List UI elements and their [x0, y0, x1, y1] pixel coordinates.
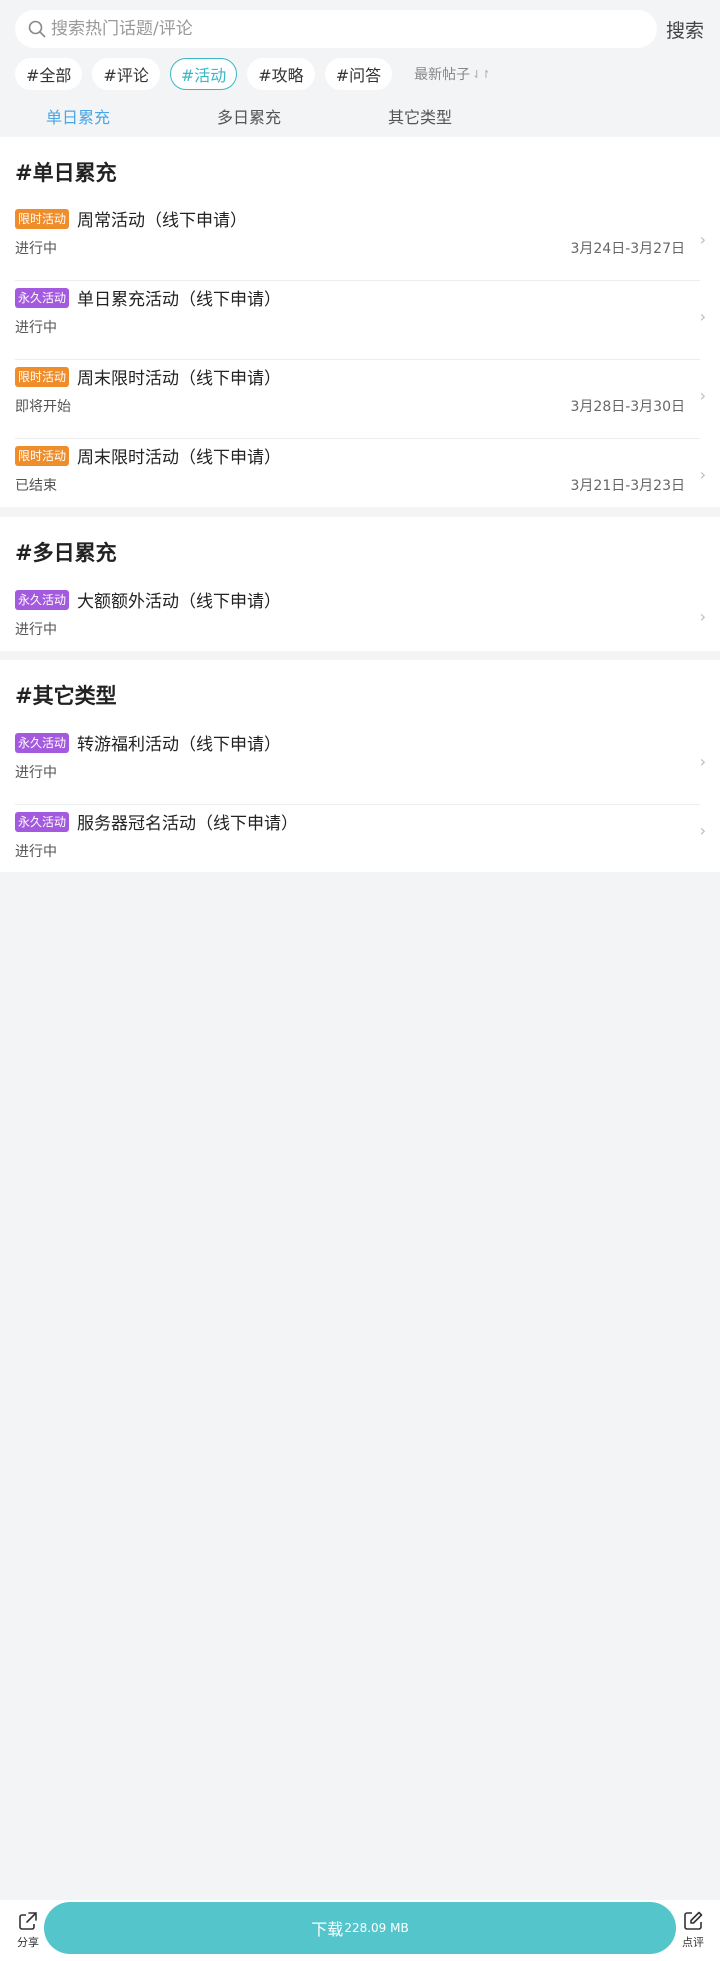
chip-qa[interactable]: #问答	[324, 58, 393, 90]
section-title: #多日累充	[15, 541, 117, 565]
tab-single-day[interactable]: 单日累充	[46, 104, 110, 128]
item-title: 单日累充活动（线下申请）	[77, 290, 281, 310]
share-label: 分享	[17, 1936, 39, 1949]
section-single-day: #单日累充 限时活动 周常活动（线下申请） 进行中 3月24日-3月27日 › …	[0, 137, 720, 507]
list-item[interactable]: 永久活动 转游福利活动（线下申请） 进行中 ›	[0, 726, 720, 805]
tag-badge: 永久活动	[15, 590, 70, 610]
download-size: 228.09 MB	[344, 1921, 409, 1935]
list-item[interactable]: 限时活动 周末限时活动（线下申请） 即将开始 3月28日-3月30日 ›	[0, 360, 720, 439]
chip-guides[interactable]: #攻略	[247, 58, 315, 90]
chevron-right-icon: ›	[699, 752, 706, 771]
item-status: 进行中	[15, 320, 57, 336]
item-status: 进行中	[15, 622, 57, 638]
search-box[interactable]	[15, 10, 657, 48]
list-item[interactable]: 永久活动 服务器冠名活动（线下申请） 进行中 ›	[0, 805, 720, 884]
chevron-right-icon: ›	[699, 386, 706, 405]
tab-other[interactable]: 其它类型	[388, 104, 452, 128]
edit-icon	[684, 1911, 703, 1930]
sort-label: 最新帖子	[414, 67, 471, 83]
item-date: 3月28日-3月30日	[570, 399, 686, 415]
chevron-right-icon: ›	[699, 821, 706, 840]
section-other: #其它类型 永久活动 转游福利活动（线下申请） 进行中 › 永久活动 服务器冠名…	[0, 660, 720, 872]
tag-badge: 限时活动	[15, 209, 70, 229]
top-bar: 搜索 #全部 #评论 #活动 #攻略 #问答 最新帖子 ⇃↾ 单日累充 多日累充…	[0, 0, 720, 136]
list-item[interactable]: 限时活动 周末限时活动（线下申请） 已结束 3月21日-3月23日 ›	[0, 439, 720, 518]
item-title: 大额额外活动（线下申请）	[77, 592, 281, 612]
item-title: 周末限时活动（线下申请）	[77, 369, 281, 389]
item-status: 即将开始	[15, 399, 71, 415]
item-date: 3月21日-3月23日	[570, 478, 686, 494]
section-title: #单日累充	[15, 161, 117, 185]
bottom-bar: 分享 下载 228.09 MB 点评	[0, 1900, 720, 1961]
search-button[interactable]: 搜索	[666, 16, 704, 43]
item-title: 服务器冠名活动（线下申请）	[77, 814, 298, 834]
tab-multi-day[interactable]: 多日累充	[217, 104, 281, 128]
item-status: 已结束	[15, 478, 57, 494]
chevron-right-icon: ›	[699, 230, 706, 249]
download-label: 下载	[311, 1920, 344, 1939]
list-item[interactable]: 永久活动 单日累充活动（线下申请） 进行中 ›	[0, 281, 720, 360]
chevron-right-icon: ›	[699, 465, 706, 484]
item-title: 周末限时活动（线下申请）	[77, 448, 281, 468]
category-tabs: 单日累充 多日累充 其它类型	[0, 100, 720, 136]
item-status: 进行中	[15, 765, 57, 781]
sort-dropdown[interactable]: 最新帖子 ⇃↾	[414, 64, 490, 84]
item-status: 进行中	[15, 241, 57, 257]
share-button[interactable]: 分享	[8, 1910, 48, 1950]
chevron-right-icon: ›	[699, 307, 706, 326]
search-icon	[28, 20, 46, 38]
item-date: 3月24日-3月27日	[570, 241, 686, 257]
tag-badge: 永久活动	[15, 733, 70, 753]
item-title: 转游福利活动（线下申请）	[77, 735, 281, 755]
download-button[interactable]: 下载 228.09 MB	[44, 1902, 676, 1954]
tag-badge: 永久活动	[15, 288, 70, 308]
tag-badge: 限时活动	[15, 446, 70, 466]
section-title: #其它类型	[15, 684, 117, 708]
review-button[interactable]: 点评	[673, 1910, 713, 1950]
review-label: 点评	[682, 1936, 704, 1949]
search-input[interactable]	[51, 19, 611, 39]
item-status: 进行中	[15, 844, 57, 860]
tag-badge: 永久活动	[15, 812, 70, 832]
chevron-right-icon: ›	[699, 607, 706, 626]
section-multi-day: #多日累充 永久活动 大额额外活动（线下申请） 进行中 ›	[0, 517, 720, 651]
filter-chips: #全部 #评论 #活动 #攻略 #问答 最新帖子 ⇃↾	[15, 58, 491, 90]
list-item[interactable]: 限时活动 周常活动（线下申请） 进行中 3月24日-3月27日 ›	[0, 202, 720, 281]
tag-badge: 限时活动	[15, 367, 70, 387]
item-title: 周常活动（线下申请）	[77, 211, 247, 231]
chip-reviews[interactable]: #评论	[92, 58, 160, 90]
chip-all[interactable]: #全部	[15, 58, 83, 90]
list-item[interactable]: 永久活动 大额额外活动（线下申请） 进行中 ›	[0, 583, 720, 662]
share-icon	[19, 1912, 37, 1930]
sort-arrows-icon: ⇃↾	[472, 67, 491, 81]
chip-events[interactable]: #活动	[169, 58, 238, 90]
